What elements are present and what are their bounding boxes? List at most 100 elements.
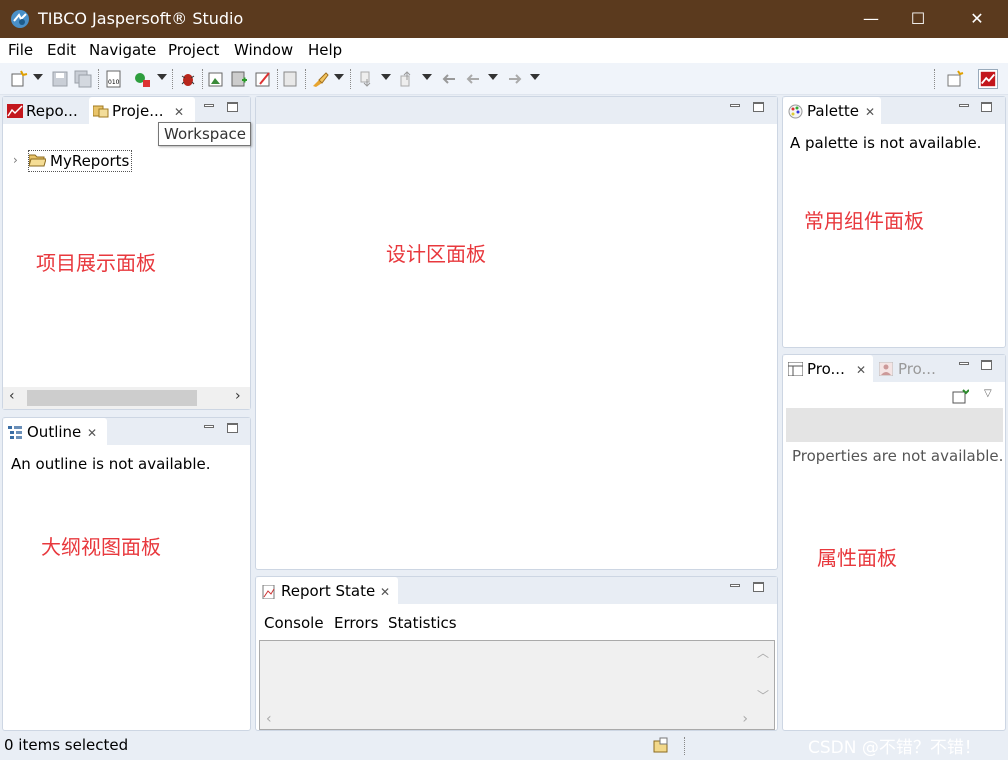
minimize-button[interactable]: — bbox=[848, 0, 894, 38]
minimize-icon[interactable] bbox=[730, 584, 740, 587]
compile-icon[interactable]: 010 bbox=[105, 70, 123, 88]
forward-icon[interactable] bbox=[506, 70, 524, 88]
scroll-down-icon[interactable]: ﹀ bbox=[757, 687, 769, 704]
preview-icon[interactable] bbox=[282, 70, 300, 88]
project-panel-annotation: 项目展示面板 bbox=[36, 251, 156, 275]
properties-panel-annotation: 属性面板 bbox=[817, 546, 897, 570]
maximize-icon[interactable] bbox=[227, 102, 238, 112]
report-state-icon bbox=[262, 585, 275, 599]
prev-annotation-icon[interactable] bbox=[398, 70, 416, 88]
maximize-icon[interactable] bbox=[227, 423, 238, 433]
view-menu-icon[interactable]: ▽ bbox=[984, 388, 992, 399]
expand-chevron-icon[interactable]: › bbox=[13, 153, 18, 167]
back-icon[interactable] bbox=[464, 70, 482, 88]
scrollbar-thumb[interactable] bbox=[27, 390, 197, 406]
palette-panel-annotation: 常用组件面板 bbox=[804, 209, 924, 233]
menu-navigate[interactable]: Navigate bbox=[89, 41, 156, 59]
marker-icon[interactable] bbox=[311, 70, 329, 88]
tab-palette-label: Palette bbox=[807, 102, 859, 120]
palette-panel: Palette ✕ A palette is not available. 常用… bbox=[782, 96, 1006, 348]
new-image-icon[interactable] bbox=[207, 70, 225, 88]
tab-project-explorer[interactable]: Proje... ✕ bbox=[89, 97, 195, 124]
tab-report-state[interactable]: Report State ✕ bbox=[256, 577, 398, 604]
report-design-perspective-icon[interactable] bbox=[978, 69, 998, 89]
next-annotation-icon[interactable] bbox=[358, 70, 376, 88]
scroll-right-icon[interactable]: › bbox=[742, 711, 748, 727]
palette-tab-row: Palette ✕ bbox=[783, 97, 1005, 124]
toolbar-separator bbox=[350, 69, 351, 89]
title-bar: TIBCO Jaspersoft® Studio — ☐ ✕ bbox=[0, 0, 1008, 38]
minimize-icon[interactable] bbox=[730, 104, 740, 107]
console-text-area[interactable]: ︿ ﹀ ‹ › bbox=[259, 640, 775, 730]
scroll-left-icon[interactable]: ‹ bbox=[9, 388, 15, 404]
new-dropdown-icon[interactable] bbox=[33, 74, 43, 80]
design-area-panel: 设计区面板 bbox=[255, 96, 778, 570]
menu-edit[interactable]: Edit bbox=[47, 41, 76, 59]
next-annotation-dropdown-icon[interactable] bbox=[381, 74, 391, 80]
tab-repository[interactable]: Repo... bbox=[3, 97, 87, 124]
toolbar-separator bbox=[172, 69, 173, 89]
watermark: CSDN @不错？不错！ bbox=[808, 738, 981, 758]
prev-annotation-dropdown-icon[interactable] bbox=[422, 74, 432, 80]
scroll-right-icon[interactable]: › bbox=[235, 388, 241, 404]
tab-properties-2[interactable]: Pro... bbox=[875, 355, 945, 382]
outline-panel: Outline ✕ An outline is not available. 大… bbox=[2, 417, 251, 731]
maximize-icon[interactable] bbox=[981, 360, 992, 370]
run-report-icon[interactable] bbox=[133, 70, 151, 88]
maximize-icon[interactable] bbox=[981, 102, 992, 112]
save-all-icon[interactable] bbox=[74, 70, 92, 88]
subtab-statistics[interactable]: Statistics bbox=[388, 614, 457, 632]
maximize-icon[interactable] bbox=[753, 582, 764, 592]
window-title: TIBCO Jaspersoft® Studio bbox=[38, 9, 244, 28]
status-separator bbox=[684, 737, 685, 755]
menu-help[interactable]: Help bbox=[308, 41, 342, 59]
new-icon[interactable] bbox=[10, 70, 28, 88]
menu-project[interactable]: Project bbox=[168, 41, 219, 59]
tab-palette[interactable]: Palette ✕ bbox=[783, 97, 881, 124]
menu-bar: File Edit Navigate Project Window Help bbox=[0, 38, 1008, 63]
close-tab-icon[interactable]: ✕ bbox=[87, 426, 97, 440]
status-project-icon[interactable] bbox=[652, 737, 670, 753]
maximize-icon[interactable] bbox=[753, 102, 764, 112]
scroll-up-icon[interactable]: ︿ bbox=[757, 644, 769, 661]
last-edit-icon[interactable] bbox=[440, 70, 458, 88]
horizontal-scrollbar[interactable]: ‹ › bbox=[3, 387, 250, 409]
tree-item-myreports[interactable]: MyReports bbox=[50, 152, 129, 170]
back-dropdown-icon[interactable] bbox=[488, 74, 498, 80]
tab-outline[interactable]: Outline ✕ bbox=[3, 418, 107, 445]
outline-panel-annotation: 大纲视图面板 bbox=[41, 535, 161, 559]
menu-window[interactable]: Window bbox=[234, 41, 293, 59]
edit-wizard-icon[interactable] bbox=[254, 70, 272, 88]
forward-dropdown-icon[interactable] bbox=[530, 74, 540, 80]
properties-icon bbox=[788, 362, 803, 376]
workspace-tooltip: Workspace bbox=[158, 122, 251, 146]
subtab-errors[interactable]: Errors bbox=[334, 614, 378, 632]
close-button[interactable]: ✕ bbox=[954, 0, 1000, 38]
open-perspective-icon[interactable] bbox=[946, 70, 964, 88]
run-dropdown-icon[interactable] bbox=[157, 74, 167, 80]
add-dataset-icon[interactable] bbox=[230, 70, 248, 88]
debug-icon[interactable] bbox=[179, 70, 197, 88]
marker-dropdown-icon[interactable] bbox=[334, 74, 344, 80]
minimize-icon[interactable] bbox=[204, 425, 214, 428]
subtab-console[interactable]: Console bbox=[264, 614, 324, 632]
minimize-icon[interactable] bbox=[959, 104, 969, 107]
tab-properties[interactable]: Pro... ✕ bbox=[783, 355, 873, 382]
save-icon[interactable] bbox=[51, 70, 69, 88]
tab-project-explorer-label: Proje... bbox=[112, 102, 164, 120]
close-tab-icon[interactable]: ✕ bbox=[174, 105, 184, 119]
close-tab-icon[interactable]: ✕ bbox=[856, 363, 866, 377]
close-tab-icon[interactable]: ✕ bbox=[380, 585, 390, 599]
menu-file[interactable]: File bbox=[8, 41, 33, 59]
properties-empty-message: Properties are not available. bbox=[792, 447, 1004, 465]
minimize-icon[interactable] bbox=[959, 362, 969, 365]
scroll-left-icon[interactable]: ‹ bbox=[266, 711, 272, 727]
minimize-icon[interactable] bbox=[204, 104, 214, 107]
maximize-button[interactable]: ☐ bbox=[895, 0, 941, 38]
tab-repository-label: Repo... bbox=[26, 102, 78, 120]
close-tab-icon[interactable]: ✕ bbox=[865, 105, 875, 119]
design-tab-row bbox=[256, 97, 777, 124]
new-properties-view-icon[interactable] bbox=[952, 389, 969, 404]
tab-properties-2-label: Pro... bbox=[898, 360, 936, 378]
tab-report-state-label: Report State bbox=[281, 582, 376, 600]
